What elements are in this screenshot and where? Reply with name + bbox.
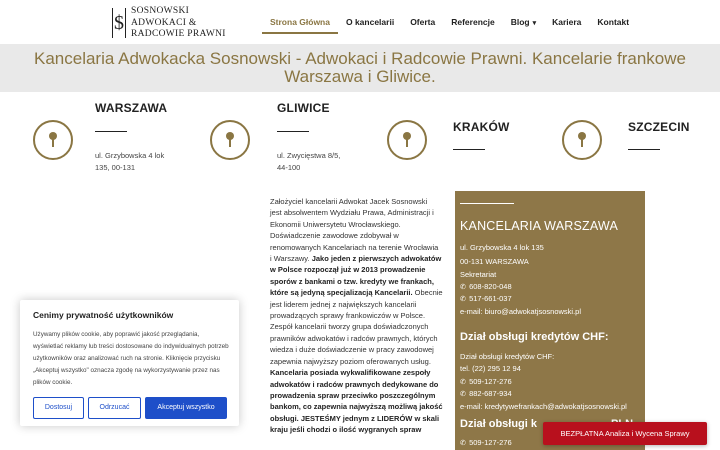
text-line: w Polsce rozpoczął już w 2013 prowadzeni…: [270, 265, 426, 275]
text-line: i Warszawy. Jako jeden z pierwszych adwo…: [270, 254, 442, 264]
phone-icon: ✆: [460, 379, 466, 386]
text-line: Kancelaria posiada wykwalifikowane zespo…: [270, 368, 431, 378]
text-line: jest liderem jednej z największych kance…: [270, 299, 417, 309]
phone-icon: ✆: [460, 440, 466, 447]
logo-mark: $: [112, 8, 126, 38]
nav-item-offer[interactable]: Oferta: [402, 0, 443, 44]
panel-subheading: Dział obsługi kredytów CHF:: [460, 331, 609, 343]
nav-label: Kontakt: [597, 17, 630, 27]
text-line: Doświadczenie zawodowe zdobywał w: [270, 231, 399, 241]
panel-phone[interactable]: ✆ 882-687-934: [460, 389, 512, 398]
accept-all-button[interactable]: Akceptuj wszystko: [145, 397, 227, 419]
phone-icon: ✆: [460, 391, 466, 398]
nav-label: Strona Główna: [270, 17, 330, 27]
panel-phone[interactable]: ✆ 517-661-037: [460, 294, 512, 303]
text-line: Ekonomii Uniwersytetu Wrocławskiego.: [270, 219, 401, 229]
text-line: wiedza i duże doświadczenie w pracy zawo…: [270, 345, 434, 355]
logo-line: ADWOKACI &: [131, 17, 197, 28]
site-header: $ SOSNOWSKI ADWOKACI & RADCOWIE PRAWNI S…: [0, 0, 720, 44]
text-line: renomowanych Kancelariach na terenie Wro…: [270, 242, 439, 252]
chevron-down-icon: ▾: [532, 20, 537, 27]
office-name: WARSZAWA: [95, 101, 168, 115]
map-pin-icon: [562, 120, 602, 160]
free-analysis-button[interactable]: BEZPŁATNA Analiza i Wycena Sprawy: [543, 422, 707, 445]
main-nav: Strona Główna O kancelarii Oferta Refere…: [262, 0, 637, 44]
text-line: bankom, co zapewnia najwyższą możliwą ja…: [270, 402, 443, 412]
nav-item-contact[interactable]: Kontakt: [589, 0, 637, 44]
nav-label: Oferta: [410, 17, 436, 27]
divider: [460, 203, 514, 204]
panel-phone[interactable]: ✆ 509-127-276: [460, 377, 512, 386]
customize-button[interactable]: Dostosuj: [33, 397, 84, 419]
phone-icon: ✆: [460, 296, 466, 303]
text-line: zapewnia najwyższy poziom oferowanych us…: [270, 356, 431, 366]
page: $ SOSNOWSKI ADWOKACI & RADCOWIE PRAWNI S…: [0, 0, 720, 450]
text-line: adwokatów i radców prawnych dedykowane d…: [270, 379, 439, 389]
phone-icon: ✆: [460, 284, 466, 291]
text-line: które są jedyną specjalizacją Kancelarii…: [270, 288, 443, 298]
text-line: prawników adwokatów i radców prawnych, k…: [270, 333, 438, 343]
text-line: Założyciel kancelarii Adwokat Jacek Sosn…: [270, 197, 428, 206]
cookie-text: Używamy plików cookie, aby poprawić jako…: [33, 331, 229, 387]
panel-address: 00-131 WARSZAWA: [460, 257, 529, 266]
panel-phone[interactable]: ✆ 608-820-048: [460, 282, 512, 291]
text-line: prowadzących sprawy frankowiczów w Polsc…: [270, 311, 426, 321]
address-line: ul. Zwycięstwa 8/5,: [277, 151, 341, 160]
panel-email[interactable]: e-mail: kredytywefrankach@adwokatjsosnow…: [460, 402, 627, 411]
text-line: jest absolwentem Wydziału Prawa, Adminis…: [270, 208, 434, 218]
map-pin-icon: [387, 120, 427, 160]
contact-panel-warszawa: KANCELARIA WARSZAWA ul. Grzybowska 4 lok…: [455, 191, 645, 450]
divider: [453, 149, 485, 150]
map-pin-icon: [33, 120, 73, 160]
nav-label: O kancelarii: [345, 17, 395, 27]
office-address: ul. Zwycięstwa 8/5, 44-100: [277, 150, 340, 174]
text-line: obsługi. JESTEŚMY jednym z LIDERÓW w ska…: [270, 413, 440, 423]
text-line: kraju jeśli chodzi o ilość wygranych spr…: [270, 425, 422, 435]
panel-title: KANCELARIA WARSZAWA: [460, 219, 618, 233]
panel-address: ul. Grzybowska 4 lok 135: [460, 243, 544, 252]
panel-secretariat: Sekretariat: [460, 270, 497, 279]
logo-line: RADCOWIE PRAWNI: [131, 29, 226, 39]
text-line: sporów z bankami o tzw. kredyty we frank…: [270, 276, 434, 286]
address-line: 135, 00-131: [95, 163, 136, 172]
about-text: Założyciel kancelarii Adwokat Jacek Sosn…: [270, 196, 450, 436]
address-line: ul. Grzybowska 4 lok: [95, 151, 165, 160]
cookie-consent-dialog: Cenimy prywatność użytkowników Używamy p…: [20, 300, 239, 426]
address-line: 44-100: [277, 163, 301, 172]
logo-line: SOSNOWSKI: [131, 6, 190, 16]
logo-text: SOSNOWSKI ADWOKACI & RADCOWIE PRAWNI: [131, 6, 226, 41]
cookie-title: Cenimy prywatność użytkowników: [33, 310, 174, 320]
text-line: prowadzenia spraw przeciwko poszczególny…: [270, 390, 436, 400]
office-name: GLIWICE: [277, 101, 330, 115]
panel-label: Dział obsługi kredytów CHF:: [460, 352, 555, 361]
divider: [95, 131, 127, 132]
divider: [277, 131, 309, 132]
panel-phone[interactable]: tel. (22) 295 12 94: [460, 364, 521, 373]
nav-item-home[interactable]: Strona Główna: [262, 0, 338, 44]
office-name: KRAKÓW: [453, 120, 510, 134]
page-title: Kancelaria Adwokacka Sosnowski - Adwokac…: [34, 49, 686, 86]
map-pin-icon: [210, 120, 250, 160]
hero-band: Kancelaria Adwokacka Sosnowski - Adwokac…: [0, 44, 720, 92]
panel-phone[interactable]: ✆ 509-127-276: [460, 438, 512, 447]
nav-label: Blog: [510, 17, 530, 27]
office-address: ul. Grzybowska 4 lok 135, 00-131: [95, 150, 164, 174]
nav-item-blog[interactable]: Blog ▾: [503, 0, 544, 44]
nav-item-references[interactable]: Referencje: [443, 0, 502, 44]
nav-label: Referencje: [451, 17, 495, 27]
nav-label: Kariera: [552, 17, 582, 27]
nav-item-about[interactable]: O kancelarii: [338, 0, 402, 44]
panel-email[interactable]: e-mail: biuro@adwokatjsosnowski.pl: [460, 307, 581, 316]
reject-button[interactable]: Odrzucać: [88, 397, 141, 419]
divider: [628, 149, 660, 150]
site-logo[interactable]: $ SOSNOWSKI ADWOKACI & RADCOWIE PRAWNI: [112, 6, 225, 40]
text-line: Zespół kancelarii tworzy grupa doświadcz…: [270, 322, 429, 332]
office-name: SZCZECIN: [628, 120, 690, 134]
nav-item-career[interactable]: Kariera: [544, 0, 589, 44]
